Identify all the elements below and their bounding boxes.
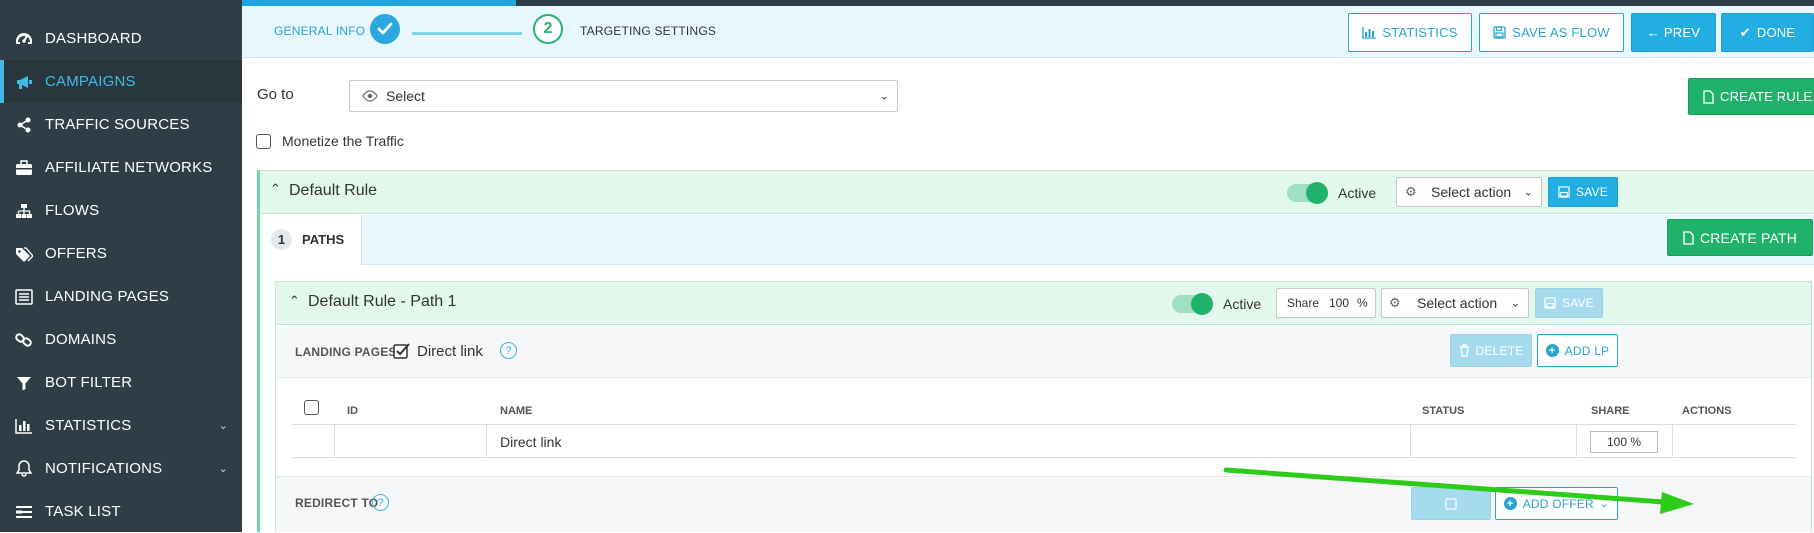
sidebar-item-label: TRAFFIC SOURCES — [45, 116, 190, 133]
sitemap-icon — [15, 202, 33, 220]
megaphone-icon — [15, 73, 33, 91]
sidebar-item-landing-pages[interactable]: LANDING PAGES — [0, 275, 242, 318]
sidebar-item-label: LANDING PAGES — [45, 288, 170, 305]
sidebar-item-label: STATISTICS — [45, 417, 132, 434]
list-icon — [15, 288, 33, 306]
sidebar: DASHBOARD CAMPAIGNS TRAFFIC SOURCES AFFI… — [0, 0, 242, 532]
tasks-icon — [15, 503, 33, 521]
active-indicator — [0, 60, 4, 103]
sidebar-item-campaigns[interactable]: CAMPAIGNS — [0, 60, 242, 103]
chevron-down-icon: ⌄ — [218, 420, 228, 432]
sidebar-item-dashboard[interactable]: DASHBOARD — [0, 17, 242, 60]
sidebar-item-label: TASK LIST — [45, 503, 121, 520]
chevron-down-icon: ⌄ — [218, 463, 228, 475]
sidebar-item-label: BOT FILTER — [45, 374, 133, 391]
sidebar-item-label: FLOWS — [45, 202, 100, 219]
main-content: GENERAL INFO 2 TARGETING SETTINGS STATIS… — [242, 0, 1814, 532]
sidebar-item-label: NOTIFICATIONS — [45, 460, 163, 477]
annotation-arrow — [1223, 467, 1694, 514]
sidebar-item-label: DOMAINS — [45, 331, 117, 348]
tags-icon — [15, 245, 33, 263]
sidebar-item-bot-filter[interactable]: BOT FILTER — [0, 361, 242, 404]
sidebar-item-affiliate-networks[interactable]: AFFILIATE NETWORKS — [0, 146, 242, 189]
link-icon — [15, 331, 33, 349]
sidebar-item-notifications[interactable]: NOTIFICATIONS ⌄ — [0, 447, 242, 490]
sidebar-item-traffic-sources[interactable]: TRAFFIC SOURCES — [0, 103, 242, 146]
sidebar-item-label: AFFILIATE NETWORKS — [45, 159, 213, 176]
sidebar-item-flows[interactable]: FLOWS — [0, 189, 242, 232]
bar-chart-icon — [15, 417, 33, 435]
briefcase-icon — [15, 159, 33, 177]
sidebar-item-label: CAMPAIGNS — [45, 73, 136, 90]
bell-icon — [15, 460, 33, 478]
sidebar-item-offers[interactable]: OFFERS — [0, 232, 242, 275]
sidebar-item-domains[interactable]: DOMAINS — [0, 318, 242, 361]
share-icon — [15, 116, 33, 134]
dashboard-icon — [15, 30, 33, 48]
sidebar-item-label: OFFERS — [45, 245, 108, 262]
filter-icon — [15, 374, 33, 392]
sidebar-item-label: DASHBOARD — [45, 30, 142, 47]
sidebar-item-task-list[interactable]: TASK LIST — [0, 490, 242, 533]
sidebar-item-statistics[interactable]: STATISTICS ⌄ — [0, 404, 242, 447]
